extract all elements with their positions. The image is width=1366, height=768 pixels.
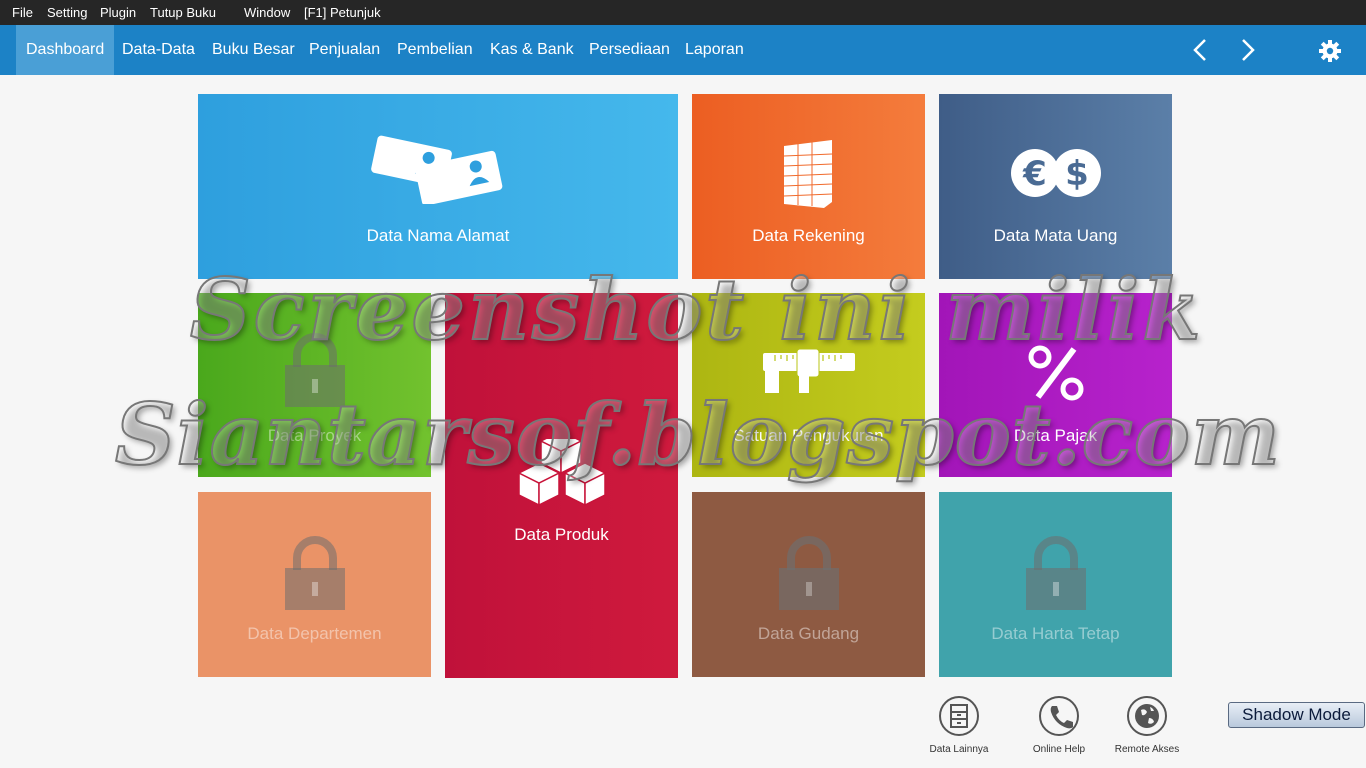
tile-label: Data Pajak: [1013, 426, 1098, 445]
tile-data-pajak[interactable]: Data Pajak: [939, 293, 1172, 477]
tab-kas-bank[interactable]: Kas & Bank: [480, 25, 584, 75]
tile-data-nama-alamat[interactable]: Data Nama Alamat: [198, 94, 678, 279]
menu-petunjuk[interactable]: [F1] Petunjuk: [304, 5, 381, 20]
tile-data-mata-uang[interactable]: € $ Data Mata Uang: [939, 94, 1172, 279]
tile-data-gudang[interactable]: Data Gudang: [692, 492, 925, 677]
tile-label: Data Produk: [514, 525, 609, 544]
online-help-button[interactable]: Online Help: [1024, 696, 1094, 755]
shadow-mode-button[interactable]: Shadow Mode: [1228, 702, 1365, 728]
lock-icon: [778, 536, 839, 610]
menu-plugin[interactable]: Plugin: [100, 5, 136, 20]
address-cards-icon: [371, 135, 503, 204]
svg-text:$: $: [1065, 154, 1089, 194]
menu-window[interactable]: Window: [244, 5, 290, 20]
lock-icon: [1025, 536, 1086, 610]
tab-laporan[interactable]: Laporan: [675, 25, 754, 75]
currency-coins-icon: € $: [1010, 149, 1101, 197]
tile-data-rekening[interactable]: Data Rekening: [692, 94, 925, 279]
lock-icon: [284, 536, 345, 610]
remote-akses-button[interactable]: Remote Akses: [1112, 696, 1182, 755]
data-lainnya-label: Data Lainnya: [929, 744, 989, 755]
gear-icon[interactable]: [1318, 39, 1342, 63]
tab-pembelian[interactable]: Pembelian: [387, 25, 483, 75]
globe-icon: [1127, 696, 1167, 736]
menu-setting[interactable]: Setting: [47, 5, 87, 20]
percent-icon: [1028, 345, 1083, 401]
tile-label: Data Rekening: [752, 226, 865, 245]
tab-persediaan[interactable]: Persediaan: [579, 25, 680, 75]
lock-icon: [284, 333, 345, 407]
boxes-icon: [516, 439, 607, 507]
chevron-right-icon[interactable]: [1234, 37, 1260, 63]
menu-file[interactable]: File: [12, 5, 33, 20]
menu-bar: File Setting Plugin Tutup Buku Window [F…: [0, 0, 1366, 25]
ledger-sheet-icon: [783, 140, 832, 208]
tab-dashboard[interactable]: Dashboard: [16, 25, 115, 75]
tab-penjualan[interactable]: Penjualan: [299, 25, 390, 75]
chevron-left-icon[interactable]: [1188, 37, 1214, 63]
tile-label: Data Nama Alamat: [366, 226, 510, 245]
tile-label: Data Harta Tetap: [991, 624, 1120, 643]
tab-data-data[interactable]: Data-Data: [112, 25, 205, 75]
main-navbar: Dashboard Data-Data Buku Besar Penjualan…: [0, 25, 1366, 75]
tile-data-produk[interactable]: Data Produk: [445, 293, 678, 678]
tile-label: Data Departemen: [247, 624, 382, 643]
cabinet-icon: [939, 696, 979, 736]
tile-data-harta-tetap[interactable]: Data Harta Tetap: [939, 492, 1172, 677]
phone-icon: [1039, 696, 1079, 736]
tile-label: Data Proyek: [267, 426, 362, 445]
tile-data-proyek[interactable]: Data Proyek: [198, 293, 431, 477]
tile-label: Data Gudang: [757, 624, 860, 643]
data-lainnya-button[interactable]: Data Lainnya: [924, 696, 994, 755]
tile-label: Satuan Pengukuran: [733, 426, 884, 445]
caliper-icon: [762, 349, 855, 393]
online-help-label: Online Help: [1032, 744, 1086, 755]
tile-satuan-pengukuran[interactable]: Satuan Pengukuran: [692, 293, 925, 477]
menu-tutup-buku[interactable]: Tutup Buku: [150, 5, 216, 20]
tab-buku-besar[interactable]: Buku Besar: [202, 25, 305, 75]
tile-data-departemen[interactable]: Data Departemen: [198, 492, 431, 677]
svg-text:€: €: [1022, 154, 1047, 194]
tile-label: Data Mata Uang: [993, 226, 1118, 245]
remote-akses-label: Remote Akses: [1114, 744, 1180, 755]
